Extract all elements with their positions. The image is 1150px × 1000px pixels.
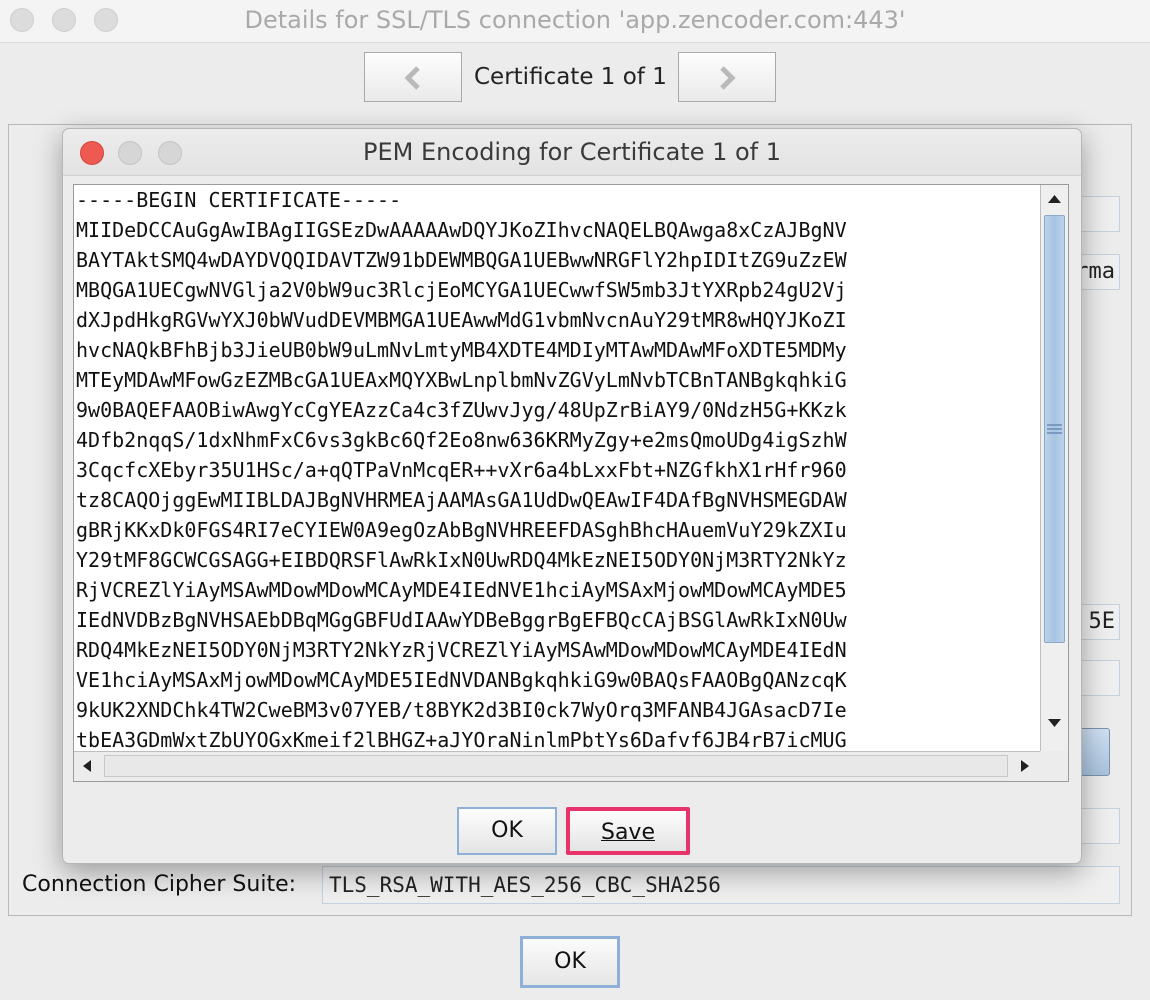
pem-line: tbEA3GDmWxtZbUYOGxKmeif2lBHGZ+aJYOraNinl… — [76, 728, 847, 751]
save-button[interactable]: Save — [566, 807, 690, 855]
pem-line: RjVCREZlYiAyMSAwMDowMDowMCAyMDE4IEdNVE1h… — [76, 578, 847, 602]
pem-line: 9kUK2XNDChk4TW2CweBM3v07YEB/t8BYK2d3BI0c… — [76, 698, 847, 722]
pem-text-area[interactable]: -----BEGIN CERTIFICATE----- MIIDeDCCAuGgA… — [73, 184, 1069, 782]
scroll-up-button[interactable] — [1041, 185, 1068, 213]
vertical-scrollbar[interactable] — [1040, 185, 1068, 751]
scroll-left-button[interactable] — [74, 752, 102, 780]
pem-encoding-dialog: PEM Encoding for Certificate 1 of 1 ----… — [62, 128, 1082, 864]
scroll-down-button[interactable] — [1041, 709, 1068, 737]
pem-line: IEdNVDBzBgNVHSAEbDBqMGgGBFUdIAAwYDBeBggr… — [76, 608, 847, 632]
pem-line: hvcNAQkBFhBjb3JieUB0bW9uLmNvLmtyMB4XDTE4… — [76, 338, 847, 362]
pem-line: MTEyMDAwMFowGzEZMBcGA1UEAxMQYXBwLnplbmNv… — [76, 368, 847, 392]
pem-line: gBRjKKxDk0FGS4RI7eCYIEW0A9egOzAbBgNVHREE… — [76, 518, 847, 542]
outer-title-bar: Details for SSL/TLS connection 'app.zenc… — [0, 0, 1150, 43]
triangle-left-icon — [83, 760, 91, 772]
pem-line: MIIDeDCCAuGgAwIBAgIIGSEzDwAAAAAwDQYJKoZI… — [76, 218, 847, 242]
cipher-suite-field[interactable]: TLS_RSA_WITH_AES_256_CBC_SHA256 — [322, 866, 1120, 904]
vertical-scroll-thumb[interactable] — [1044, 215, 1065, 643]
scroll-corner — [1040, 751, 1068, 781]
dialog-title: PEM Encoding for Certificate 1 of 1 — [362, 138, 782, 166]
triangle-up-icon — [1048, 195, 1061, 203]
save-button-label: Save — [600, 820, 655, 845]
pem-line: VE1hciAyMSAxMjowMDowMCAyMDE5IEdNVDANBgkq… — [76, 668, 847, 692]
detail-field-text: 5E — [1088, 609, 1116, 634]
pem-line: MBQGA1UECgwNVGlja2V0bW9uc3RlcjEoMCYGA1UE… — [76, 278, 847, 302]
horizontal-scrollbar[interactable] — [74, 751, 1040, 781]
pem-line: -----BEGIN CERTIFICATE----- — [76, 188, 402, 212]
pem-line: 4Dfb2nqqS/1dxNhmFxC6vs3gkBc6Qf2Eo8nw636K… — [76, 428, 847, 452]
pem-line: 9w0BAQEFAAOBiwAwgYcCgYEAzzCa4c3fZUwvJyg/… — [76, 398, 847, 422]
outer-window-title: Details for SSL/TLS connection 'app.zenc… — [244, 6, 906, 34]
chevron-right-icon — [720, 66, 736, 90]
previous-certificate-button[interactable] — [364, 52, 462, 102]
dialog-title-bar: PEM Encoding for Certificate 1 of 1 — [63, 129, 1081, 176]
cipher-suite-label: Connection Cipher Suite: — [22, 872, 297, 897]
pem-line: dXJpdHkgRGVwYXJ0bWVudDEVMBMGA1UEAwwMdG1v… — [76, 308, 847, 332]
pem-line: Y29tMF8GCWCGSAGG+EIBDQRSFlAwRkIxN0UwRDQ4… — [76, 548, 847, 572]
pem-text-view[interactable]: -----BEGIN CERTIFICATE----- MIIDeDCCAuGgA… — [74, 185, 1040, 751]
grip-icon — [1047, 424, 1062, 434]
outer-ok-button[interactable]: OK — [520, 936, 620, 988]
pem-line: tz8CAQOjggEwMIIBLDAJBgNVHRMEAjAAMAsGA1Ud… — [76, 488, 847, 512]
pem-line: 3CqcfcXEbyr35U1HSc/a+qQTPaVnMcqER++vXr6a… — [76, 458, 847, 482]
next-certificate-button[interactable] — [678, 52, 776, 102]
pem-line: BAYTAktSMQ4wDAYDVQQIDAVTZW91bDEWMBQGA1UE… — [76, 248, 847, 272]
certificate-position-label: Certificate 1 of 1 — [474, 64, 667, 90]
triangle-right-icon — [1021, 760, 1029, 772]
chevron-left-icon — [404, 66, 420, 90]
triangle-down-icon — [1048, 719, 1061, 727]
certificate-navigator: Certificate 1 of 1 — [0, 52, 1150, 104]
scroll-right-button[interactable] — [1010, 752, 1038, 780]
pem-line: RDQ4MkEzNEI5ODY0NjM3RTY2NkYzRjVCREZlYiAy… — [76, 638, 847, 662]
horizontal-scroll-track[interactable] — [104, 755, 1008, 777]
dialog-ok-button[interactable]: OK — [457, 807, 557, 855]
